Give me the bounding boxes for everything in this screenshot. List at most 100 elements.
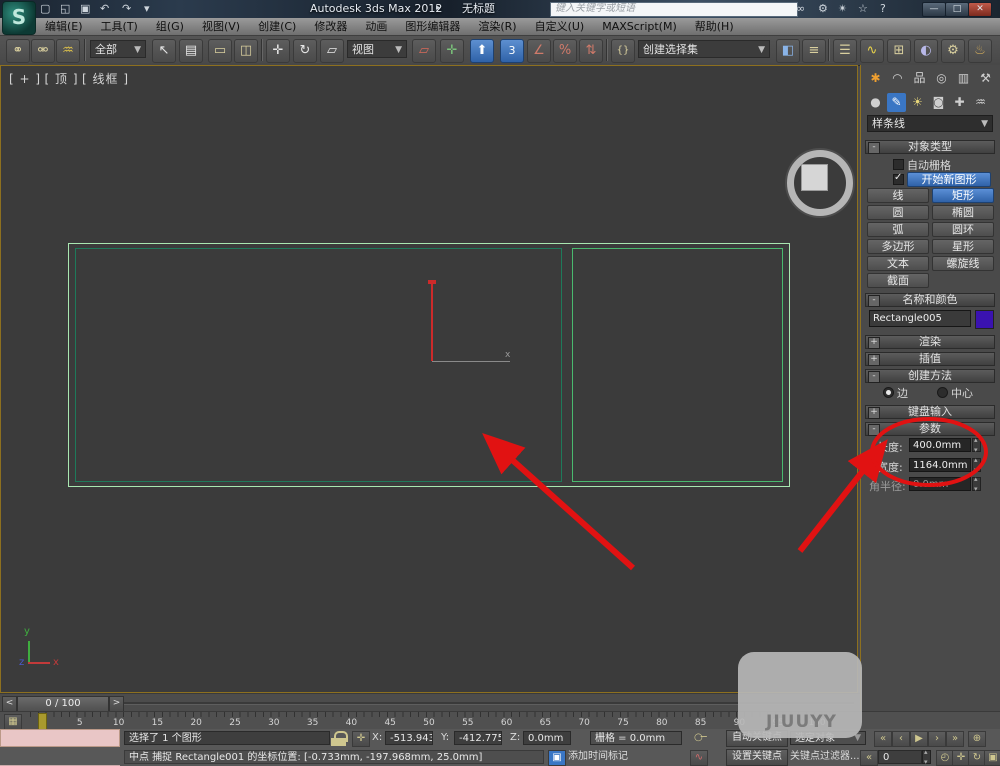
search-icon[interactable]: ∞	[796, 1, 805, 17]
shape-button-circle[interactable]: 圆	[867, 205, 929, 220]
rollout-rendering[interactable]: + 渲染	[865, 335, 995, 349]
add-time-tag-icon[interactable]: ▣	[548, 750, 566, 766]
frame-forward-button[interactable]: >	[109, 696, 124, 712]
x-coord-field[interactable]: -513.943m	[385, 731, 433, 745]
current-frame-spinner[interactable]	[922, 748, 931, 766]
category-spacewarps-icon[interactable]: ♒	[971, 93, 990, 112]
menu-help[interactable]: 帮助(H)	[686, 18, 743, 35]
current-frame-marker[interactable]	[38, 713, 47, 730]
goto-start-icon[interactable]: «	[874, 731, 892, 747]
viewcube[interactable]	[801, 164, 828, 191]
schematic-view-icon[interactable]: ⊞	[887, 39, 911, 63]
save-file-icon[interactable]: ▣	[80, 1, 90, 17]
goto-end-icon[interactable]: »	[946, 731, 964, 747]
snap-move-icon[interactable]: ✛	[440, 39, 464, 63]
category-shapes-icon[interactable]: ✎	[887, 93, 906, 112]
category-lights-icon[interactable]: ☀	[908, 93, 927, 112]
curve-editor-icon[interactable]: ∿	[860, 39, 884, 63]
shape-button-ellipse[interactable]: 椭圆	[932, 205, 994, 220]
redo-icon[interactable]: ↷	[122, 1, 131, 17]
rollout-interpolation[interactable]: + 插值	[865, 352, 995, 366]
shape-button-helix[interactable]: 螺旋线	[932, 256, 994, 271]
menu-customize[interactable]: 自定义(U)	[526, 18, 594, 35]
minimize-button[interactable]: —	[922, 2, 946, 17]
maximize-viewport-toggle-icon[interactable]: ▣	[984, 750, 1000, 766]
shape-button-arc[interactable]: 弧	[867, 222, 929, 237]
gizmo-y-axis[interactable]	[431, 283, 433, 361]
window-crossing-icon[interactable]: ◫	[234, 39, 258, 63]
menu-edit[interactable]: 编辑(E)	[36, 18, 92, 35]
viewport-top[interactable]: [ + ] [ 顶 ] [ 线框 ] x y x z	[0, 65, 858, 693]
select-and-rotate-icon[interactable]: ↻	[293, 39, 317, 63]
shape-button-rectangle[interactable]: 矩形	[932, 188, 994, 203]
maxscript-mini-listener-pink[interactable]	[0, 729, 120, 747]
frame-back-button[interactable]: <	[2, 696, 17, 712]
y-coord-field[interactable]: -412.775m	[454, 731, 502, 745]
shape-button-donut[interactable]: 圆环	[932, 222, 994, 237]
viewport-menu-view[interactable]: [ 顶 ]	[45, 72, 79, 86]
menu-animation[interactable]: 动画	[356, 18, 396, 35]
tab-create-icon[interactable]: ✱	[866, 69, 885, 88]
shape-button-text[interactable]: 文本	[867, 256, 929, 271]
tab-display-icon[interactable]: ▥	[954, 69, 973, 88]
selection-filter-dropdown[interactable]: 全部 ▼	[90, 40, 146, 58]
snaps-toggle-3d-icon[interactable]: 3	[500, 39, 524, 63]
zoom-viewport-icon[interactable]: ⊕	[968, 731, 986, 747]
help-icon[interactable]: ?	[880, 1, 886, 17]
rollout-creation-method[interactable]: - 创建方法	[865, 369, 995, 383]
rollout-parameters[interactable]: - 参数	[865, 422, 995, 436]
next-frame-icon[interactable]: ›	[928, 731, 946, 747]
render-production-icon[interactable]: ♨	[968, 39, 992, 63]
angle-snap-icon[interactable]: ∠	[527, 39, 551, 63]
set-key-button[interactable]: 设置关键点	[726, 749, 788, 766]
tab-modify-icon[interactable]: ◠	[888, 69, 907, 88]
add-time-tag-label[interactable]: 添加时间标记	[568, 749, 628, 765]
current-frame-field[interactable]: 0	[878, 750, 922, 764]
percent-snap-icon[interactable]: %	[553, 39, 577, 63]
play-animation-icon[interactable]: ▶	[910, 731, 928, 747]
align-icon[interactable]: ≡	[802, 39, 826, 63]
shape-button-ngon[interactable]: 多边形	[867, 239, 929, 254]
unlink-selection-icon[interactable]: ⚮	[31, 39, 55, 63]
material-editor-icon[interactable]: ◐	[914, 39, 938, 63]
select-by-name-icon[interactable]: ▤	[179, 39, 203, 63]
spinner-snap-icon[interactable]: ⇅	[579, 39, 603, 63]
undo-icon[interactable]: ↶	[100, 1, 109, 17]
viewport-menu-plus[interactable]: [ + ]	[9, 72, 41, 86]
gizmo-x-axis[interactable]	[432, 361, 510, 362]
menu-maxscript[interactable]: MAXScript(M)	[593, 18, 686, 35]
communication-center-icon[interactable]: ✴	[838, 1, 847, 17]
shape-button-line[interactable]: 线	[867, 188, 929, 203]
tab-motion-icon[interactable]: ◎	[932, 69, 951, 88]
menu-rendering[interactable]: 渲染(R)	[469, 18, 525, 35]
previous-frame-icon[interactable]: ‹	[892, 731, 910, 747]
new-file-icon[interactable]: ▢	[40, 1, 50, 17]
creation-method-edge-radio[interactable]	[883, 387, 894, 398]
rollout-object-type[interactable]: - 对象类型	[865, 140, 995, 154]
menu-group[interactable]: 组(G)	[147, 18, 193, 35]
select-object-icon[interactable]: ↖	[152, 39, 176, 63]
key-filters-button[interactable]: 关键点过滤器...	[790, 749, 860, 765]
category-cameras-icon[interactable]: ◙	[929, 93, 948, 112]
rollout-keyboard-entry[interactable]: + 键盘输入	[865, 405, 995, 419]
layer-manager-icon[interactable]: ☰	[833, 39, 857, 63]
snap-scale-icon[interactable]: ▱	[412, 39, 436, 63]
menu-create[interactable]: 创建(C)	[249, 18, 305, 35]
set-keys-curve-icon[interactable]: ∿	[690, 750, 708, 766]
corner-radius-input[interactable]: 0.0mm	[909, 477, 971, 491]
menu-graph-editors[interactable]: 图形编辑器	[396, 18, 469, 35]
category-geometry-icon[interactable]: ●	[866, 93, 885, 112]
maximize-button[interactable]: □	[945, 2, 969, 17]
shape-button-star[interactable]: 星形	[932, 239, 994, 254]
absolute-offset-toggle-icon[interactable]: ✛	[352, 731, 370, 747]
use-pivot-center-icon[interactable]: ⬆	[470, 39, 494, 63]
length-spinner[interactable]	[972, 436, 981, 454]
menu-modifiers[interactable]: 修改器	[305, 18, 356, 35]
mirror-icon[interactable]: ◧	[776, 39, 800, 63]
menu-views[interactable]: 视图(V)	[193, 18, 249, 35]
application-menu-button[interactable]: S	[2, 1, 36, 35]
corner-radius-spinner[interactable]	[972, 475, 981, 493]
named-selection-sets-dropdown[interactable]: 创建选择集 ▼	[638, 40, 770, 58]
select-and-move-icon[interactable]: ✛	[266, 39, 290, 63]
rectangular-selection-region-icon[interactable]: ▭	[208, 39, 232, 63]
